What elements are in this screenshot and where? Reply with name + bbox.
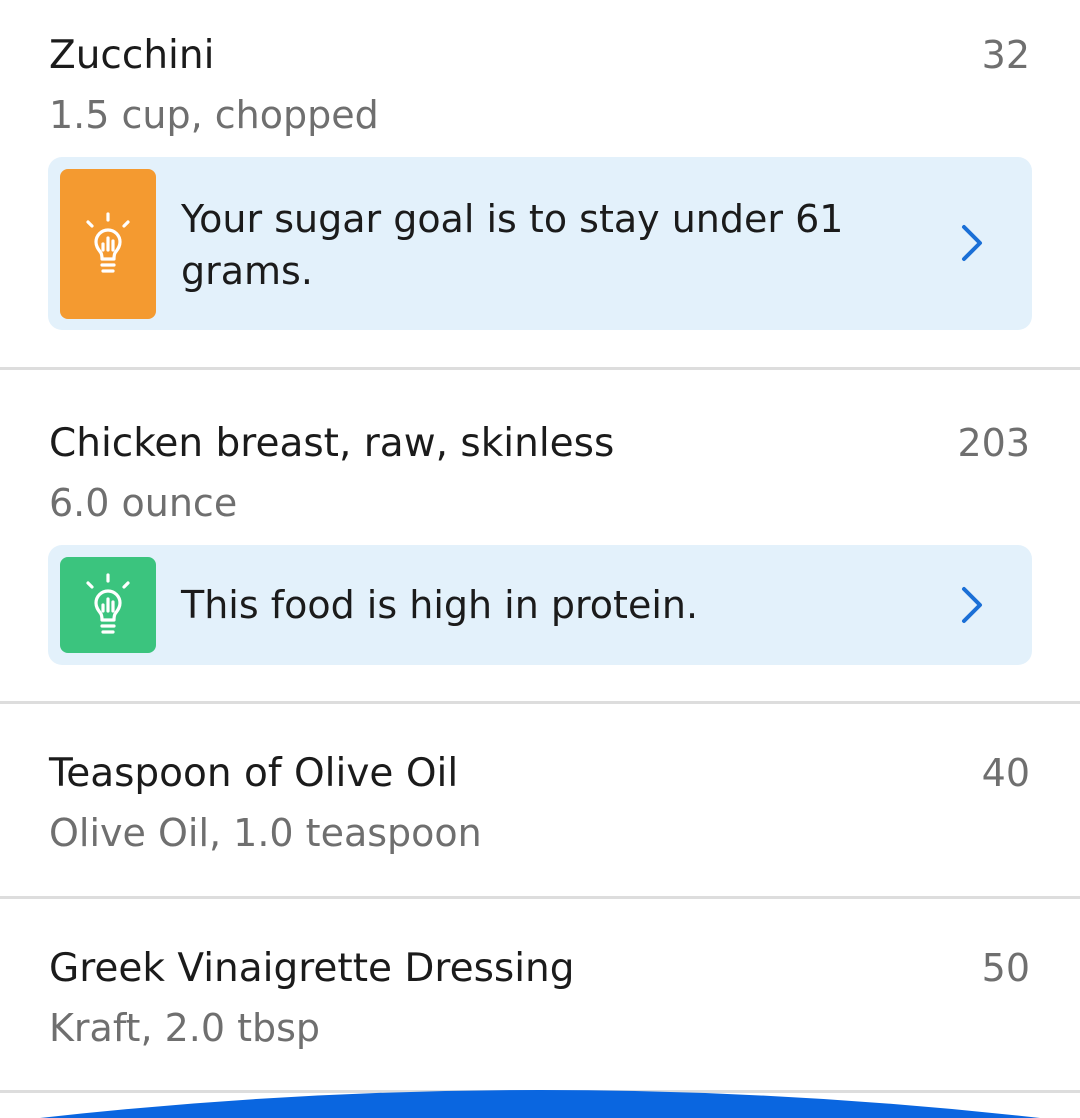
insight-text: Your sugar goal is to stay under 61 gram…: [181, 197, 844, 293]
food-serving: Olive Oil, 1.0 teaspoon: [49, 811, 482, 855]
food-calories: 50: [981, 946, 1030, 990]
food-item-olive-oil[interactable]: Teaspoon of Olive Oil 40 Olive Oil, 1.0 …: [0, 704, 1080, 896]
food-item-chicken-breast[interactable]: Chicken breast, raw, skinless 203 6.0 ou…: [0, 370, 1080, 702]
food-calories: 40: [981, 751, 1030, 795]
lightbulb-icon: [86, 573, 130, 634]
food-item-zucchini[interactable]: Zucchini 32 1.5 cup, chopped Your sugar …: [0, 0, 1080, 368]
insight-text: This food is high in protein.: [181, 583, 699, 627]
bottom-action-button[interactable]: [0, 1082, 1080, 1118]
chevron-right-icon: [962, 225, 982, 261]
insight-card-high-protein[interactable]: This food is high in protein.: [48, 545, 1032, 665]
food-name: Greek Vinaigrette Dressing: [49, 946, 575, 991]
insight-card-sugar-goal[interactable]: Your sugar goal is to stay under 61 gram…: [48, 157, 1032, 330]
food-serving: 6.0 ounce: [49, 481, 238, 525]
food-item-greek-vinaigrette[interactable]: Greek Vinaigrette Dressing 50 Kraft, 2.0…: [0, 899, 1080, 1089]
food-calories: 32: [981, 33, 1030, 77]
food-serving: 1.5 cup, chopped: [49, 93, 379, 137]
food-name: Zucchini: [49, 33, 215, 78]
food-calories: 203: [957, 421, 1030, 465]
chevron-right-icon: [962, 587, 982, 623]
lightbulb-icon: [86, 212, 130, 273]
insight-badge: [60, 557, 156, 653]
bottom-button-shape: [40, 1090, 1040, 1118]
food-name: Teaspoon of Olive Oil: [49, 751, 459, 796]
insight-badge: [60, 169, 156, 319]
food-diary-screen: Zucchini 32 1.5 cup, chopped Your sugar …: [0, 0, 1080, 1118]
food-name: Chicken breast, raw, skinless: [49, 421, 615, 466]
food-serving: Kraft, 2.0 tbsp: [49, 1006, 321, 1050]
